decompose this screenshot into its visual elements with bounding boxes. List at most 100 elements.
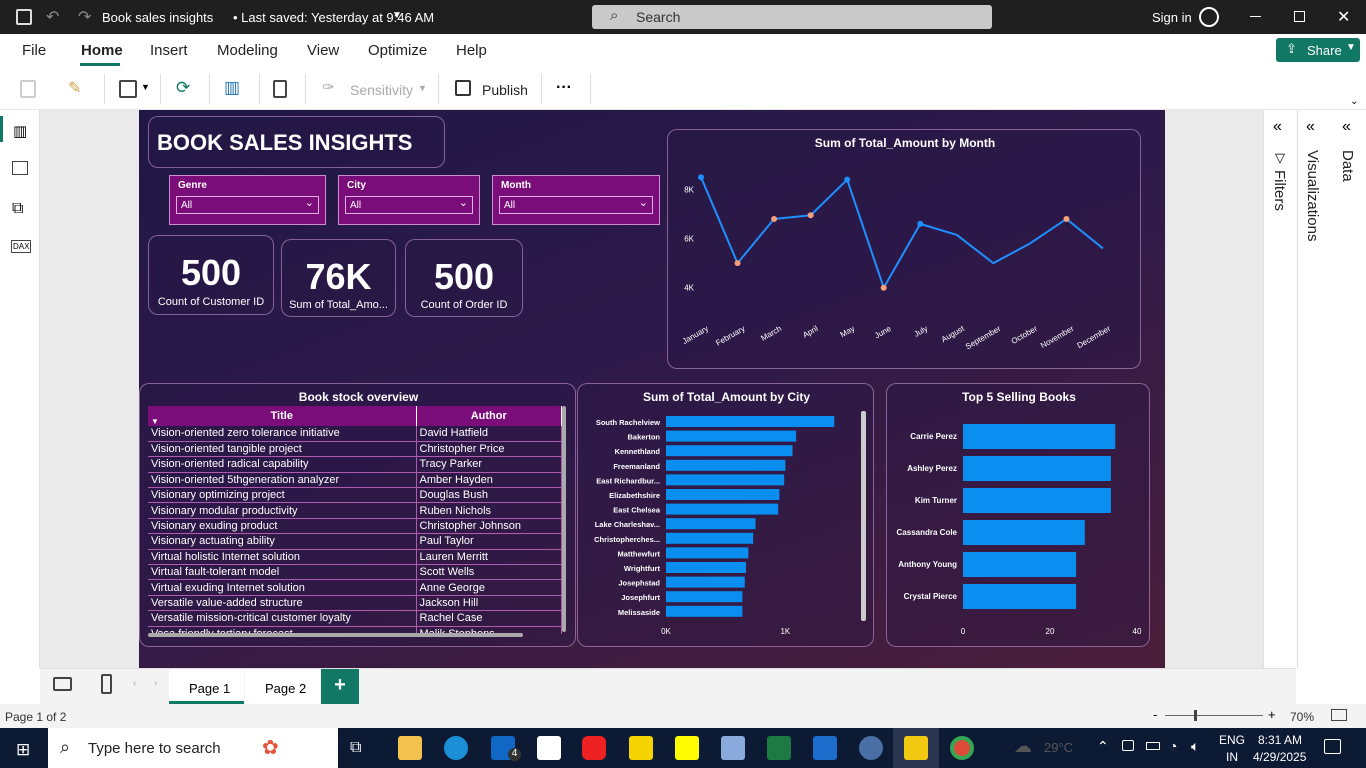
youtube-icon[interactable] bbox=[582, 736, 606, 760]
table-row[interactable]: Visionary modular productivity Ruben Nich… bbox=[148, 502, 562, 519]
city-bar-chart-card[interactable]: Sum of Total_Amount by City South Rachel… bbox=[577, 383, 874, 647]
kpi-card-customers[interactable]: 500 Count of Customer ID bbox=[148, 235, 274, 315]
sticky-notes-icon[interactable] bbox=[629, 736, 653, 760]
taskbar-search-input[interactable]: ⌕ Type here to search ✿ bbox=[48, 728, 338, 768]
notification-icon[interactable] bbox=[1324, 739, 1341, 754]
zoom-slider-thumb[interactable] bbox=[1194, 710, 1197, 721]
format-painter-icon[interactable]: ✎ bbox=[68, 78, 81, 98]
battery-icon[interactable] bbox=[1146, 742, 1160, 750]
zoom-in-icon[interactable]: + bbox=[1268, 707, 1276, 722]
fit-to-page-icon[interactable] bbox=[1331, 709, 1347, 721]
language-eng[interactable]: ENG bbox=[1219, 733, 1245, 747]
table-horizontal-scrollbar[interactable] bbox=[148, 633, 523, 637]
month-dropdown[interactable]: All ⌄ bbox=[499, 196, 653, 214]
table-row[interactable]: Visionary optimizing project Douglas Bush bbox=[148, 487, 562, 504]
collapse-filters-icon[interactable]: « bbox=[1273, 118, 1282, 136]
windows-start-icon[interactable]: ⊞ bbox=[16, 740, 30, 760]
excel-icon[interactable] bbox=[767, 736, 791, 760]
kpi-card-total-amount[interactable]: 76K Sum of Total_Amo... bbox=[281, 239, 396, 317]
prev-page-icon[interactable]: ‹ bbox=[133, 678, 136, 689]
avatar-icon[interactable] bbox=[1199, 7, 1219, 27]
table-row[interactable]: Visionary actuating ability Paul Taylor bbox=[148, 533, 562, 550]
chrome-icon[interactable] bbox=[950, 736, 974, 760]
undo-icon[interactable]: ↶ bbox=[46, 7, 59, 27]
dax-query-icon[interactable]: DAX bbox=[11, 240, 32, 253]
book-stock-table[interactable]: Title Author Vision-oriented zero tolera… bbox=[148, 406, 562, 634]
chevron-down-icon[interactable]: ▼ bbox=[141, 82, 150, 92]
weather-temp[interactable]: 29°C bbox=[1044, 740, 1073, 755]
app-icon[interactable] bbox=[813, 736, 837, 760]
maximize-icon[interactable] bbox=[1294, 11, 1305, 22]
tab-page-2[interactable]: Page 2 bbox=[245, 669, 320, 704]
chevron-up-icon[interactable]: ⌃ bbox=[1097, 738, 1109, 755]
line-chart-card[interactable]: Sum of Total_Amount by Month 8K 6K 4K Janua… bbox=[667, 129, 1141, 369]
table-row[interactable]: Virtual exuding Internet solution Anne Ge… bbox=[148, 579, 562, 596]
share-button[interactable]: ⇪ Share ▼ bbox=[1276, 38, 1360, 62]
publish-icon[interactable] bbox=[455, 80, 471, 96]
chart-vertical-scrollbar[interactable] bbox=[861, 411, 866, 621]
save-icon[interactable] bbox=[16, 9, 32, 25]
table-row[interactable]: Vision-oriented 5thgeneration analyzer Am… bbox=[148, 472, 562, 489]
menu-insert[interactable]: Insert bbox=[150, 42, 188, 59]
publish-button[interactable]: Publish bbox=[482, 82, 528, 98]
language-in[interactable]: IN bbox=[1226, 750, 1238, 764]
postgresql-icon[interactable] bbox=[859, 736, 883, 760]
city-dropdown[interactable]: All ⌄ bbox=[345, 196, 473, 214]
close-icon[interactable]: ✕ bbox=[1337, 7, 1350, 27]
zoom-level[interactable]: 70% bbox=[1290, 710, 1314, 724]
menu-home[interactable]: Home bbox=[81, 42, 123, 59]
search-input[interactable]: ⌕ Search bbox=[592, 5, 992, 29]
column-header-title[interactable]: Title bbox=[148, 406, 417, 426]
table-row[interactable]: Vision-oriented tangible project Christop… bbox=[148, 441, 562, 458]
genre-slicer[interactable]: Genre All ⌄ bbox=[169, 175, 326, 225]
menu-optimize[interactable]: Optimize bbox=[368, 42, 427, 59]
menu-help[interactable]: Help bbox=[456, 42, 487, 59]
genre-dropdown[interactable]: All ⌄ bbox=[176, 196, 319, 214]
store-icon[interactable] bbox=[537, 736, 561, 760]
table-row[interactable]: Vision-oriented zero tolerance initiativ… bbox=[148, 426, 562, 442]
paste-icon[interactable] bbox=[20, 80, 36, 98]
zoom-out-icon[interactable]: - bbox=[1153, 707, 1157, 722]
data-pane-tab[interactable]: Data bbox=[1339, 150, 1356, 182]
month-slicer[interactable]: Month All ⌄ bbox=[492, 175, 660, 225]
more-options-button[interactable]: ··· bbox=[556, 79, 572, 97]
refresh-icon[interactable]: ⟳ bbox=[176, 78, 190, 98]
minimize-icon[interactable] bbox=[1250, 16, 1261, 17]
table-view-icon[interactable] bbox=[12, 161, 28, 175]
model-view-icon[interactable]: ⧉ bbox=[12, 200, 23, 218]
table-vertical-scrollbar[interactable] bbox=[562, 406, 566, 632]
table-row[interactable]: Versatile mission-critical customer loya… bbox=[148, 610, 562, 627]
table-row[interactable]: Virtual holistic Internet solution Lauren… bbox=[148, 549, 562, 566]
sort-arrow-icon[interactable]: ▼ bbox=[151, 417, 159, 426]
top-books-chart-card[interactable]: Top 5 Selling Books Carrie Perez Ashley P… bbox=[886, 383, 1150, 647]
camera-icon[interactable] bbox=[1122, 740, 1134, 751]
clock-time[interactable]: 8:31 AM bbox=[1258, 733, 1302, 747]
collapse-data-icon[interactable]: « bbox=[1342, 118, 1351, 136]
ribbon-collapse-chevron-icon[interactable]: ⌄ bbox=[1350, 96, 1358, 107]
calculator-icon[interactable] bbox=[273, 80, 287, 98]
visualizations-pane-tab[interactable]: Visualizations bbox=[1304, 150, 1321, 241]
sign-in-link[interactable]: Sign in bbox=[1152, 10, 1192, 25]
redo-icon[interactable]: ↷ bbox=[78, 7, 91, 27]
filters-pane-tab[interactable]: Filters bbox=[1271, 170, 1288, 211]
edge-icon[interactable] bbox=[444, 736, 468, 760]
get-data-icon[interactable] bbox=[119, 80, 137, 98]
clock-date[interactable]: 4/29/2025 bbox=[1253, 750, 1306, 764]
notepad-icon[interactable] bbox=[721, 736, 745, 760]
menu-modeling[interactable]: Modeling bbox=[217, 42, 278, 59]
mobile-layout-icon[interactable] bbox=[101, 674, 112, 694]
kpi-card-orders[interactable]: 500 Count of Order ID bbox=[405, 239, 523, 317]
table-row[interactable]: Visionary exuding product Christopher Joh… bbox=[148, 518, 562, 535]
menu-view[interactable]: View bbox=[307, 42, 339, 59]
tab-page-1[interactable]: Page 1 bbox=[169, 669, 244, 704]
file-explorer-icon[interactable] bbox=[398, 736, 422, 760]
snapchat-icon[interactable] bbox=[675, 736, 699, 760]
city-slicer[interactable]: City All ⌄ bbox=[338, 175, 480, 225]
table-row[interactable]: Versatile value-added structure Jackson H… bbox=[148, 595, 562, 612]
chevron-down-icon[interactable]: ▼ bbox=[392, 10, 402, 21]
power-bi-icon[interactable] bbox=[904, 736, 928, 760]
new-visual-icon[interactable]: ▥ bbox=[224, 78, 240, 98]
desktop-layout-icon[interactable] bbox=[53, 677, 72, 691]
table-row[interactable]: Virtual fault-tolerant model Scott Wells bbox=[148, 564, 562, 581]
report-view-icon[interactable]: ▥ bbox=[13, 122, 27, 140]
